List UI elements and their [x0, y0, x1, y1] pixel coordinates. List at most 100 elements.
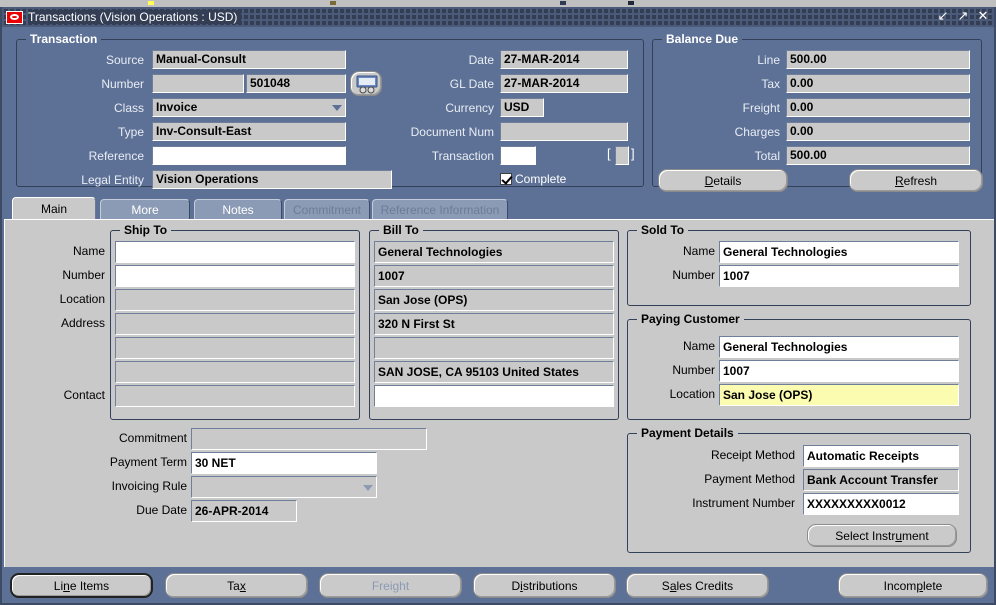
tax-button[interactable]: Tax	[165, 573, 308, 598]
label-due-date: Due Date	[136, 503, 187, 517]
balance-charges-field: 0.00	[786, 122, 970, 141]
tab-notes[interactable]: Notes	[194, 199, 282, 219]
bill-to-contact-field[interactable]	[374, 385, 614, 407]
truck-icon-button[interactable]	[350, 71, 382, 96]
label-instrument-number: Instrument Number	[692, 496, 795, 510]
payment-term-field[interactable]: 30 NET	[191, 452, 377, 474]
tab-commitment-label: Commitment	[292, 202, 361, 217]
refresh-button[interactable]: Refresh	[849, 169, 983, 192]
currency-field[interactable]: USD	[500, 98, 544, 117]
label-gl-date: GL Date	[449, 77, 494, 91]
ship-to-address1-field[interactable]	[115, 313, 355, 335]
ship-to-location-field[interactable]	[115, 289, 355, 311]
invoicing-rule-poplist[interactable]	[191, 476, 377, 498]
sales-credits-button[interactable]: Sales Credits	[626, 573, 769, 598]
label-ship-to-name: Name	[72, 244, 105, 258]
oracle-logo-icon	[6, 10, 23, 24]
instrument-number-field[interactable]: XXXXXXXXX0012	[803, 493, 959, 515]
label-number: Number	[101, 77, 144, 91]
bill-to-number-field[interactable]: 1007	[374, 265, 614, 287]
number-field[interactable]: 501048	[246, 74, 346, 93]
label-sold-to-number: Number	[672, 268, 715, 282]
transaction-field[interactable]	[500, 146, 536, 165]
source-field[interactable]: Manual-Consult	[152, 50, 346, 69]
bill-to-name-field[interactable]: General Technologies	[374, 241, 614, 263]
select-instrument-button[interactable]: Select Instrument	[807, 524, 957, 547]
commitment-field[interactable]	[191, 428, 427, 450]
bill-to-address3-field[interactable]: SAN JOSE, CA 95103 United States	[374, 361, 614, 383]
line-items-button[interactable]: Line Items	[10, 573, 153, 598]
paying-customer-name-field[interactable]: General Technologies	[719, 336, 959, 358]
balance-due-group-title: Balance Due	[662, 32, 743, 46]
class-value: Invoice	[156, 100, 198, 114]
label-document-num: Document Num	[410, 125, 494, 139]
label-commitment: Commitment	[118, 431, 187, 445]
label-type: Type	[117, 125, 144, 139]
incomplete-button[interactable]: Incomplete	[838, 573, 988, 598]
label-payment-method: Payment Method	[704, 472, 795, 486]
payment-method-field[interactable]: Bank Account Transfer	[803, 469, 959, 491]
window-titlebar[interactable]: Transactions (Vision Operations : USD) ↙…	[2, 7, 994, 27]
label-balance-total: Total	[754, 149, 780, 163]
paying-customer-location-field[interactable]: San Jose (OPS)	[719, 384, 959, 406]
label-class: Class	[113, 101, 144, 115]
ship-to-contact-field[interactable]	[115, 385, 355, 407]
due-date-field[interactable]: 26-APR-2014	[191, 500, 297, 522]
sold-to-name-field[interactable]: General Technologies	[719, 241, 959, 263]
paying-customer-number-field[interactable]: 1007	[719, 360, 959, 382]
label-reference: Reference	[88, 149, 144, 163]
header-region: Transaction Source Number Class Type Ref…	[4, 27, 994, 197]
close-button[interactable]: ✕	[976, 9, 990, 24]
label-paying-customer-number: Number	[672, 363, 715, 377]
minimize-button[interactable]: ↙	[936, 9, 950, 24]
label-payment-term: Payment Term	[109, 455, 187, 469]
complete-checkbox[interactable]: Complete	[500, 172, 566, 186]
distributions-button-label: Distributions	[511, 578, 578, 593]
distributions-button[interactable]: Distributions	[473, 573, 616, 598]
sold-to-number-field[interactable]: 1007	[719, 265, 959, 287]
complete-checkbox-label: Complete	[515, 172, 567, 186]
ship-to-address2-field[interactable]	[115, 337, 355, 359]
transaction-flex-field[interactable]	[615, 146, 629, 165]
details-button[interactable]: Details	[658, 169, 788, 192]
footer-button-bar: Line Items Tax Freight Distributions Sal…	[4, 568, 994, 603]
receipt-method-field[interactable]: Automatic Receipts	[803, 445, 959, 467]
gl-date-field[interactable]: 27-MAR-2014	[500, 74, 628, 93]
bill-to-address2-field[interactable]	[374, 337, 614, 359]
label-currency: Currency	[445, 101, 494, 115]
document-num-field[interactable]	[500, 122, 628, 141]
truck-icon	[356, 75, 378, 94]
tab-commitment[interactable]: Commitment	[284, 199, 370, 219]
number-prefix-field[interactable]	[152, 74, 244, 93]
bill-to-location-field[interactable]: San Jose (OPS)	[374, 289, 614, 311]
label-invoicing-rule: Invoicing Rule	[111, 479, 187, 493]
balance-tax-field: 0.00	[786, 74, 970, 93]
select-instrument-button-label: Select Instrument	[835, 528, 929, 543]
label-balance-freight: Freight	[742, 101, 780, 115]
transaction-bracket-right: ]	[631, 146, 635, 161]
class-poplist[interactable]: Invoice	[152, 98, 346, 117]
ship-to-number-field[interactable]	[115, 265, 355, 287]
details-button-label: Details	[704, 173, 742, 188]
legal-entity-field[interactable]: Vision Operations	[152, 170, 392, 189]
tab-reference-information[interactable]: Reference Information	[372, 199, 508, 219]
tab-more[interactable]: More	[100, 199, 190, 219]
label-balance-line: Line	[757, 53, 780, 67]
label-date: Date	[468, 53, 494, 67]
bill-to-address1-field[interactable]: 320 N First St	[374, 313, 614, 335]
incomplete-button-label: Incomplete	[883, 578, 943, 593]
label-paying-customer-location: Location	[669, 387, 715, 401]
ship-to-address3-field[interactable]	[115, 361, 355, 383]
date-field[interactable]: 27-MAR-2014	[500, 50, 628, 69]
label-ship-to-number: Number	[62, 268, 105, 282]
freight-button: Freight	[319, 573, 462, 598]
reference-field[interactable]	[152, 146, 346, 165]
transactions-window: Transactions (Vision Operations : USD) ↙…	[0, 7, 996, 605]
payment-details-group-title: Payment Details	[637, 426, 738, 440]
type-field[interactable]: Inv-Consult-East	[152, 122, 346, 141]
tab-main[interactable]: Main	[12, 197, 96, 219]
tab-more-label: More	[131, 202, 159, 217]
ship-to-name-field[interactable]	[115, 241, 355, 263]
maximize-button[interactable]: ↗	[956, 9, 970, 24]
label-ship-to-location: Location	[59, 292, 105, 306]
